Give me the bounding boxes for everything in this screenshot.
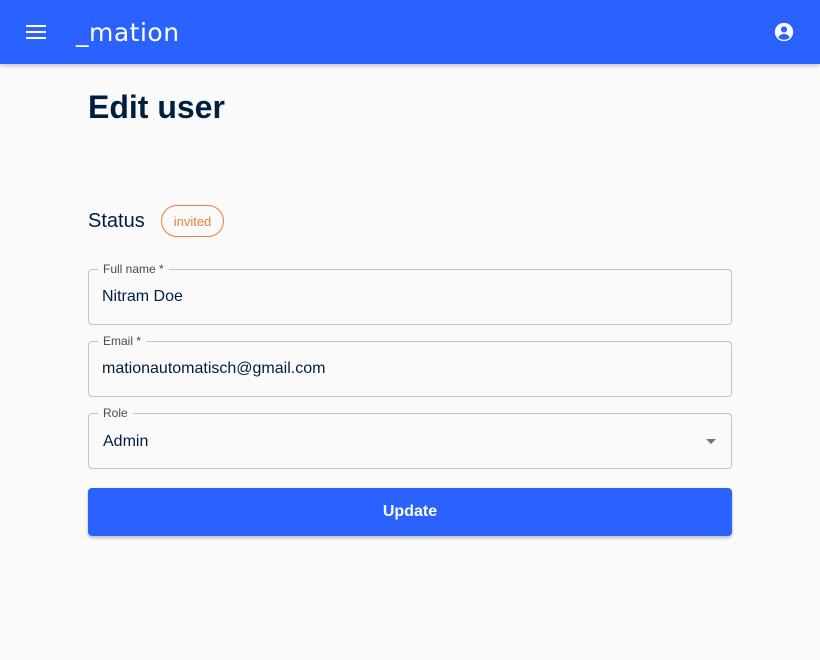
app-logo[interactable]: _mation [76,14,180,50]
role-select[interactable]: Role Admin [88,406,732,469]
role-selected-value: Admin [103,433,149,450]
email-field[interactable]: Email * [88,334,732,397]
update-button[interactable]: Update [88,488,732,536]
full-name-field[interactable]: Full name * [88,262,732,325]
status-badge: invited [160,205,225,237]
status-label: Status [88,209,145,232]
app-bar: _mation [0,0,820,64]
full-name-input[interactable] [102,287,702,307]
email-label: Email * [98,334,147,348]
role-label: Role [98,406,133,420]
status-row: Status invited [88,205,225,237]
email-input[interactable] [102,359,702,379]
full-name-label: Full name * [98,262,169,276]
account-button[interactable] [768,16,800,48]
menu-icon [26,25,46,39]
menu-button[interactable] [20,16,52,48]
account-circle-icon [774,22,794,42]
arrow-drop-down-icon [706,439,716,444]
page-title: Edit user [88,89,225,125]
